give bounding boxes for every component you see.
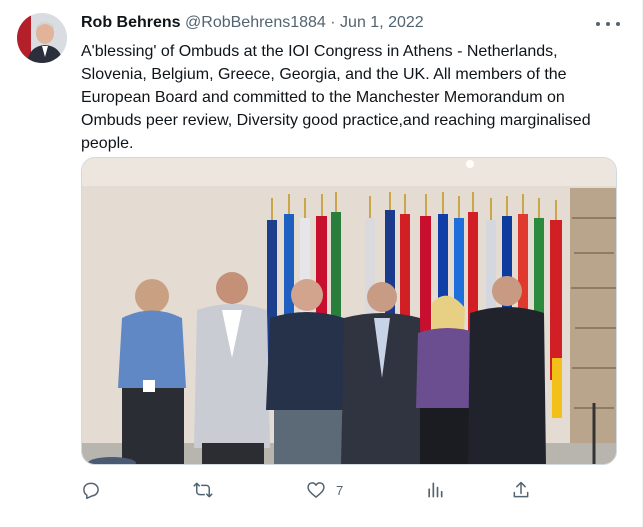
tweet-text: A'blessing' of Ombuds at the IOI Congres… (81, 40, 621, 155)
separator: · (330, 14, 336, 31)
more-options-icon[interactable] (596, 14, 620, 34)
author-name[interactable]: Rob Behrens (81, 14, 181, 31)
tweet-text-line: A'blessing' of Ombuds at the IOI Congres… (81, 43, 558, 60)
retweet-icon (193, 482, 213, 498)
analytics-icon (428, 482, 443, 498)
share-button[interactable] (511, 478, 541, 502)
tweet-date[interactable]: Jun 1, 2022 (340, 14, 424, 31)
views-button[interactable] (425, 478, 455, 502)
tweet-text-line: Ombuds peer review, Diversity good pract… (81, 112, 591, 129)
tweet: Rob Behrens @RobBehrens1884 · Jun 1, 202… (0, 0, 643, 527)
tweet-photo[interactable] (81, 157, 617, 465)
author-handle[interactable]: @RobBehrens1884 (185, 14, 326, 31)
share-icon (513, 481, 529, 498)
tweet-actions: 7 (81, 478, 541, 502)
like-count: 7 (336, 482, 344, 498)
tweet-text-line: people. (81, 135, 134, 152)
reply-button[interactable] (81, 478, 111, 502)
tweet-text-line: European Board and committed to the Manc… (81, 89, 565, 106)
tweet-header: Rob Behrens @RobBehrens1884 · Jun 1, 202… (81, 14, 622, 36)
heart-icon (307, 482, 325, 498)
tweet-text-line: Slovenia, Belgium, Greece, Georgia, and … (81, 66, 567, 83)
reply-icon (83, 482, 99, 500)
avatar[interactable] (17, 13, 67, 63)
like-button[interactable]: 7 (306, 478, 343, 502)
retweet-button[interactable] (193, 478, 223, 502)
